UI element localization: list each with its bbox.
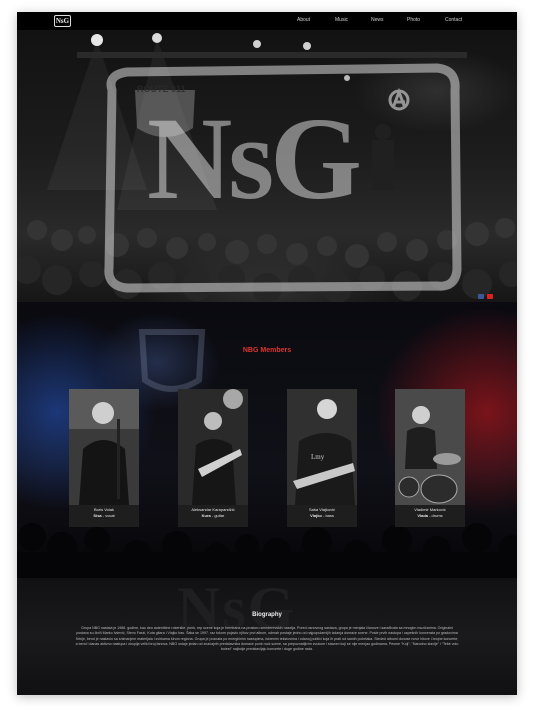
member-card[interactable]: Aleksandar Karapandžić Kura - guitar (178, 389, 248, 527)
member-nickname: Kura (201, 513, 211, 518)
member-caption: Aleksandar Karapandžić Kura - guitar (178, 507, 248, 519)
facebook-icon[interactable] (478, 294, 484, 299)
nav-link-about[interactable]: About (297, 17, 310, 23)
member-card[interactable]: Vladimir Marković Vlada - drums (395, 389, 465, 527)
member-role: bass (325, 513, 334, 518)
members-section: NBG Members Boris Volak Sisa - vocal Ale… (17, 302, 517, 578)
member-nickname: Vlajko (310, 513, 322, 518)
member-caption: Vladimir Marković Vlada - drums (395, 507, 465, 519)
member-card[interactable]: Boris Volak Sisa - vocal (69, 389, 139, 527)
biography-text: Grupa NBG nastala je 1986. godine, kao d… (75, 626, 459, 652)
member-role: vocal (105, 513, 115, 518)
nav-links: About Music News Photo Contact (17, 17, 517, 27)
member-photo (395, 389, 465, 505)
biography-section: NsG Biography Grupa NBG nastala je 1986.… (17, 578, 517, 695)
member-photo: Lmy (287, 389, 357, 505)
biography-title: Biography (252, 612, 282, 618)
member-caption: Saša Vlajković Vlajko - bass (287, 507, 357, 519)
hero-logo-overlay: NsG (147, 93, 362, 224)
page-frame: NsG About Music News Photo Contact ROUTE… (17, 12, 517, 695)
svg-text:Lmy: Lmy (311, 453, 325, 461)
member-role: drums (431, 513, 443, 518)
member-role: guitar (214, 513, 225, 518)
hero-social-links (478, 294, 493, 299)
member-photo (69, 389, 139, 505)
member-nickname: Sisa (93, 513, 102, 518)
members-title: NBG Members (242, 347, 292, 354)
member-card[interactable]: Lmy Saša Vlajković Vlajko - bass (287, 389, 357, 527)
nav-link-news[interactable]: News (371, 17, 384, 23)
nav-link-photo[interactable]: Photo (407, 17, 420, 23)
member-caption: Boris Volak Sisa - vocal (69, 507, 139, 519)
nav-link-music[interactable]: Music (335, 17, 348, 23)
youtube-icon[interactable] (487, 294, 493, 299)
member-nickname: Vlada (417, 513, 428, 518)
member-photo (178, 389, 248, 505)
hero-banner: ROUTE 011 NsG (17, 30, 517, 302)
top-navbar: NsG About Music News Photo Contact (17, 12, 517, 30)
nav-link-contact[interactable]: Contact (445, 17, 462, 23)
